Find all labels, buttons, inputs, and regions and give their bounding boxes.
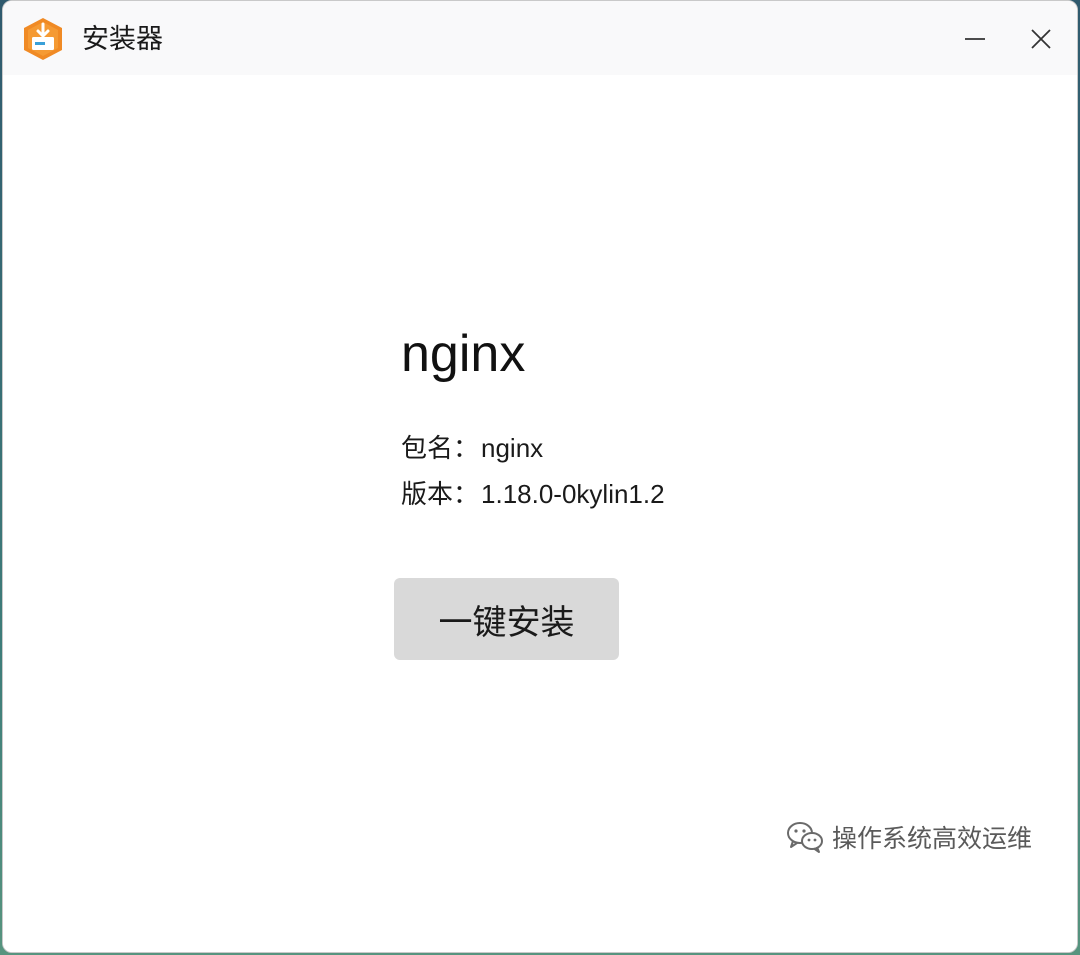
installer-icon xyxy=(20,16,66,62)
watermark: 操作系统高效运维 xyxy=(786,819,1032,855)
package-version-label: 版本： xyxy=(401,479,480,509)
package-version-row: 版本：1.18.0-0kylin1.2 xyxy=(401,477,665,511)
install-button[interactable]: 一键安装 xyxy=(394,578,619,660)
package-name-value: nginx xyxy=(481,433,544,463)
minimize-icon xyxy=(965,38,985,40)
close-icon xyxy=(1031,29,1051,49)
title-bar[interactable]: 安装器 xyxy=(3,1,1077,75)
wechat-icon xyxy=(787,822,823,853)
installer-window: 安装器 nginx 包名：nginx 版本：1.18.0-0kylin1.2 一… xyxy=(2,0,1078,953)
package-name-label: 包名： xyxy=(401,433,480,463)
close-button[interactable] xyxy=(1021,19,1061,59)
package-title: nginx xyxy=(401,325,526,383)
package-version-value: 1.18.0-0kylin1.2 xyxy=(481,479,665,509)
watermark-text: 操作系统高效运维 xyxy=(832,824,1033,853)
window-title: 安装器 xyxy=(82,24,163,55)
package-name-row: 包名：nginx xyxy=(401,431,543,465)
minimize-button[interactable] xyxy=(955,19,995,59)
